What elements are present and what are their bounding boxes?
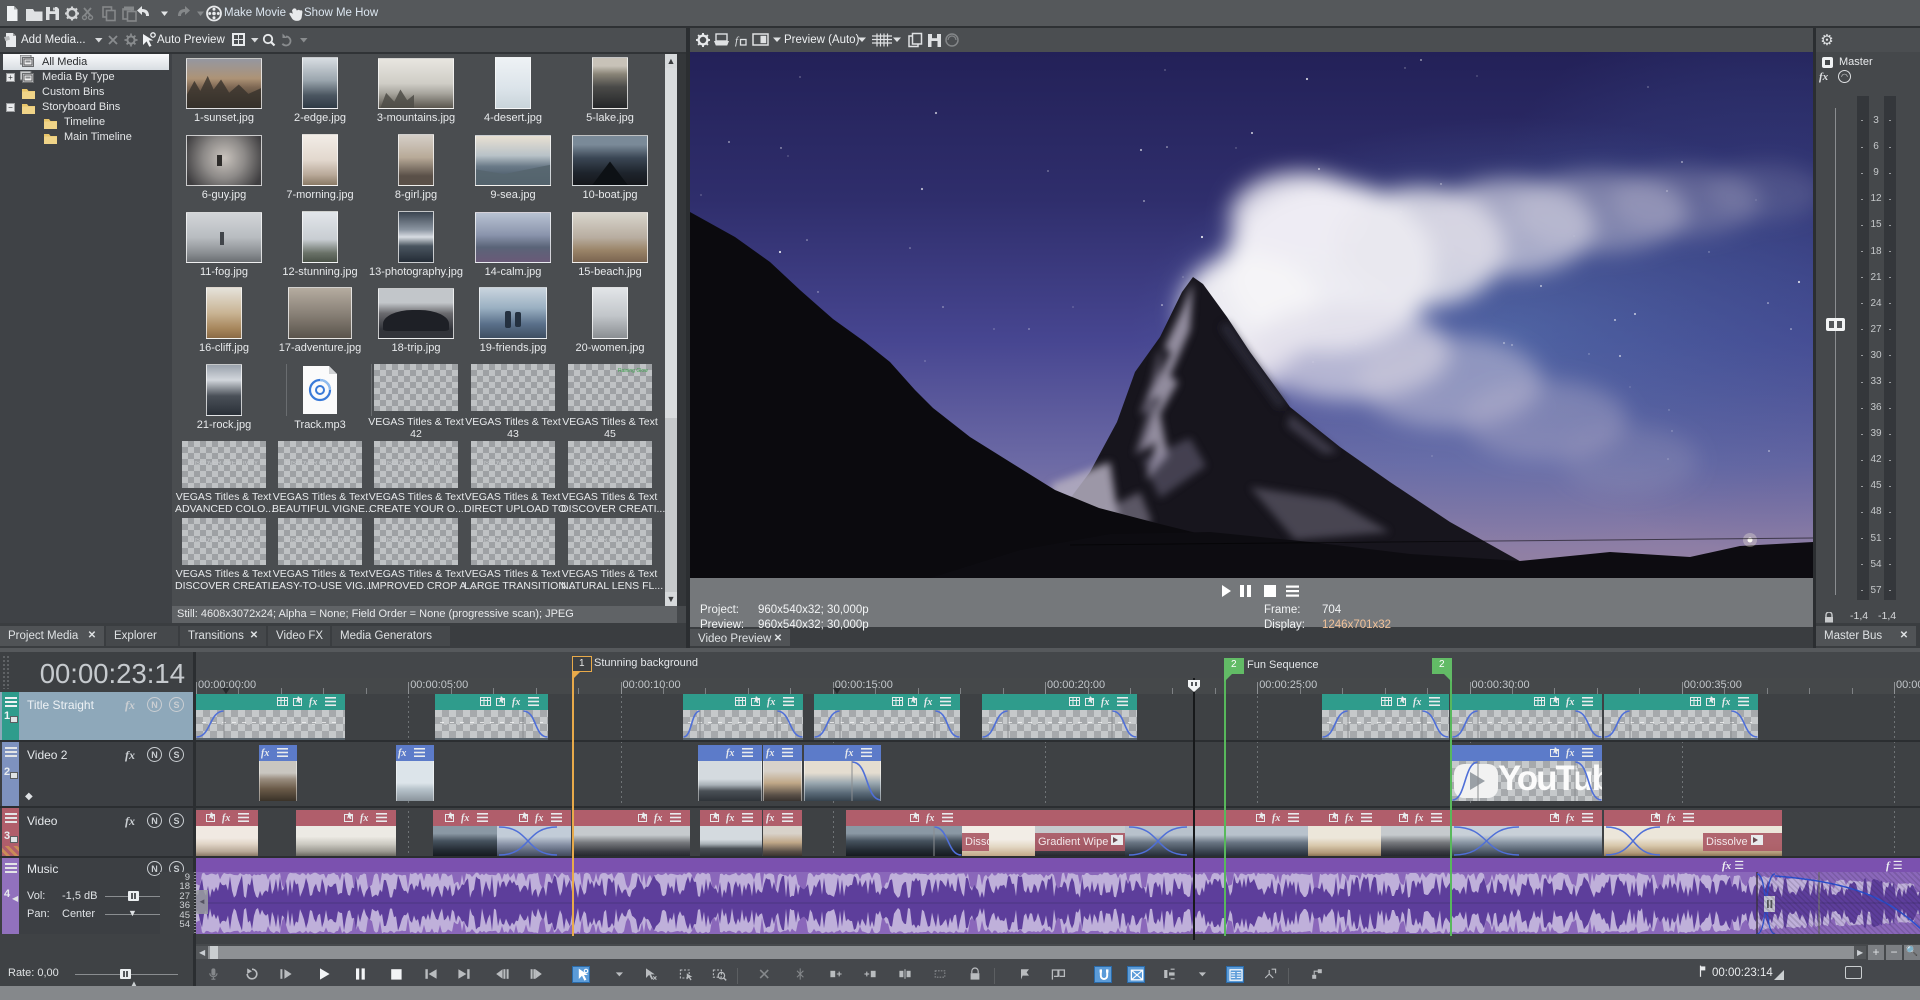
svg-text:fx: fx	[1101, 697, 1109, 708]
svg-text:fx: fx	[726, 813, 734, 824]
svg-text:fx: fx	[1722, 697, 1730, 708]
svg-text:fx: fx	[767, 697, 775, 708]
svg-text:fx: fx	[1413, 697, 1421, 708]
svg-text:fx: fx	[1415, 813, 1423, 824]
svg-text:f: f	[735, 35, 740, 47]
svg-text:fx: fx	[726, 748, 734, 759]
svg-text:fx: fx	[512, 697, 520, 708]
svg-text:fx: fx	[1566, 813, 1574, 824]
svg-text:fx: fx	[1345, 813, 1353, 824]
svg-text:fx: fx	[766, 813, 774, 824]
svg-text:fx: fx	[222, 813, 230, 824]
svg-text:fx: fx	[398, 748, 406, 759]
svg-text:fx: fx	[535, 813, 543, 824]
svg-text:fx: fx	[360, 813, 368, 824]
svg-text:fx: fx	[461, 813, 469, 824]
svg-text:fx: fx	[924, 697, 932, 708]
svg-text:fx: fx	[1566, 748, 1574, 759]
svg-text:fx: fx	[1667, 813, 1675, 824]
svg-text:fx: fx	[766, 748, 774, 759]
svg-text:fx: fx	[1566, 697, 1574, 708]
svg-text:fx: fx	[926, 813, 934, 824]
svg-text:fx: fx	[261, 748, 269, 759]
svg-text:fx: fx	[845, 748, 853, 759]
svg-text:fx: fx	[309, 697, 317, 708]
svg-text:fx: fx	[654, 813, 662, 824]
svg-text:fx: fx	[1272, 813, 1280, 824]
